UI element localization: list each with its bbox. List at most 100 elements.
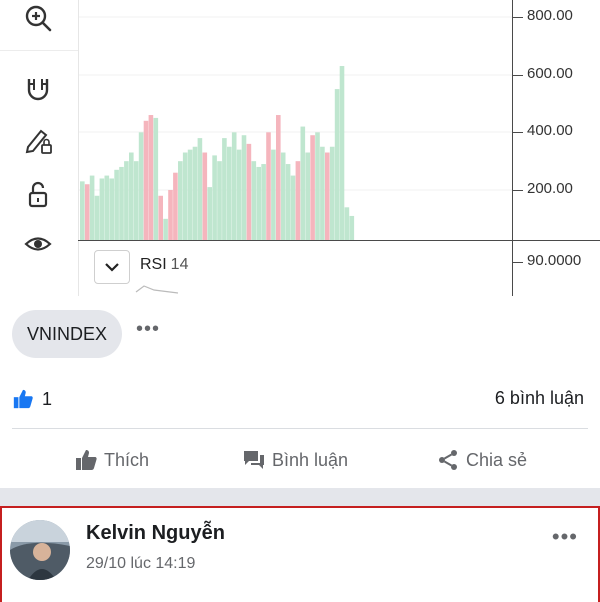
author-name[interactable]: Kelvin Nguyễn [86, 522, 225, 545]
post-card [0, 506, 600, 602]
share-button[interactable]: Chia sẻ [436, 444, 527, 476]
chart-toolbar [0, 0, 79, 296]
section-separator [0, 488, 600, 506]
price-label: 800.00 [527, 7, 573, 24]
volume-bar [334, 89, 340, 240]
comment-count-link[interactable]: 6 bình luận [495, 388, 584, 409]
volume-bar [119, 166, 124, 240]
volume-bar [222, 138, 227, 240]
indicator-period: 14 [170, 256, 189, 273]
reaction-summary[interactable]: 1 [12, 388, 52, 410]
volume-bar [187, 149, 193, 240]
volume-bar [163, 218, 168, 240]
volume-bar [295, 161, 301, 240]
price-label: 200.00 [527, 180, 573, 197]
volume-bar [212, 155, 217, 240]
volume-bar [207, 187, 212, 240]
chevron-down-icon[interactable] [94, 250, 130, 284]
volume-bar [310, 135, 315, 240]
volume-bar [168, 190, 173, 240]
volume-bar [280, 152, 286, 240]
volume-bar [344, 207, 350, 240]
volume-bar [300, 126, 306, 240]
volume-bar [246, 143, 252, 240]
volume-bar [143, 120, 149, 240]
volume-bar [114, 169, 119, 240]
volume-bar [236, 149, 242, 240]
price-axis: 800.00 600.00 400.00 200.00 90.0000 [512, 0, 600, 296]
indicator-label: RSI 14 [140, 256, 188, 274]
volume-bar [182, 152, 188, 240]
volume-bar [178, 161, 183, 240]
pencil-lock-icon[interactable] [14, 120, 62, 160]
more-options-icon[interactable]: ••• [552, 524, 578, 550]
volume-bar [251, 161, 257, 240]
volume-bar [271, 149, 276, 240]
comment-label: Bình luận [272, 449, 349, 470]
volume-bar [339, 66, 345, 241]
share-label: Chia sẻ [466, 449, 528, 470]
tag-chip[interactable]: VNINDEX [12, 310, 122, 358]
volume-bar [138, 132, 144, 240]
like-label: Thích [104, 449, 150, 470]
volume-bar [109, 178, 114, 240]
indicator-name: RSI [140, 256, 167, 273]
volume-chart [78, 16, 512, 294]
volume-bar [133, 161, 139, 240]
volume-bar [217, 161, 222, 240]
volume-bar [153, 117, 159, 240]
like-reaction-icon [13, 389, 33, 409]
volume-bar [89, 175, 95, 240]
tag-label: VNINDEX [26, 323, 107, 344]
price-label: 600.00 [527, 65, 573, 82]
rsi-line [135, 285, 179, 294]
avatar[interactable] [10, 520, 70, 580]
share-icon [439, 450, 457, 470]
volume-bar [305, 152, 310, 240]
volume-bar [290, 175, 296, 240]
volume-bar [124, 161, 129, 240]
volume-bar [84, 184, 90, 240]
like-count: 1 [42, 388, 53, 409]
volume-bar [261, 164, 266, 240]
volume-bar [197, 138, 203, 240]
volume-bar [173, 172, 178, 240]
volume-bar [99, 178, 105, 240]
volume-bar [129, 152, 134, 240]
volume-bar [285, 164, 291, 240]
comment-button[interactable]: Bình luận [242, 444, 348, 476]
post-timestamp[interactable]: 29/10 lúc 14:19 [86, 555, 195, 573]
unlock-icon[interactable] [14, 174, 62, 214]
price-label: 400.00 [527, 122, 573, 139]
volume-bar [325, 152, 330, 240]
toolbar-divider [0, 50, 78, 51]
volume-bar [276, 115, 281, 240]
volume-bar [256, 166, 261, 240]
volume-bar [227, 146, 232, 240]
pane-divider [78, 240, 600, 241]
eye-icon[interactable] [14, 224, 62, 264]
more-options-icon[interactable]: ••• [136, 318, 160, 341]
volume-bar [202, 152, 208, 240]
volume-bar [158, 195, 163, 240]
divider [12, 428, 588, 429]
volume-bar [266, 132, 271, 240]
chart-panel: 800.00 600.00 400.00 200.00 90.0000 RSI 1… [0, 0, 600, 296]
volume-bar [192, 146, 198, 240]
volume-bar [94, 195, 100, 240]
volume-bar [329, 146, 335, 240]
volume-bar [104, 175, 110, 240]
volume-bar [231, 132, 237, 240]
volume-bar [241, 135, 247, 240]
volume-bar [80, 181, 85, 240]
comment-icon [244, 451, 264, 469]
volume-bar [320, 146, 325, 240]
zoom-in-icon[interactable] [14, 0, 62, 38]
magnet-icon[interactable] [14, 68, 62, 108]
volume-bar [349, 215, 355, 240]
thumbs-up-icon [76, 450, 97, 470]
rsi-value-label: 90.0000 [527, 252, 582, 269]
volume-bar [148, 115, 154, 240]
like-button[interactable]: Thích [74, 444, 149, 476]
volume-bar [315, 132, 320, 240]
